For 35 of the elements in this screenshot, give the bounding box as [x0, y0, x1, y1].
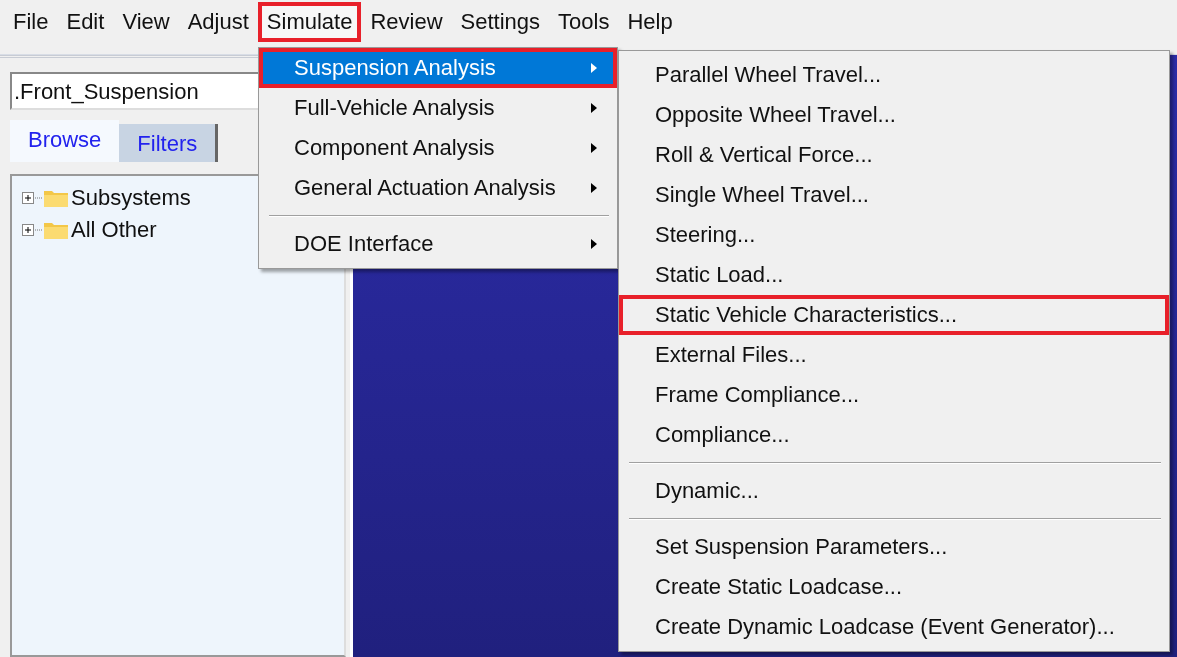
menu-item[interactable]: General Actuation Analysis — [259, 168, 617, 208]
menu-bar-item[interactable]: Review — [361, 2, 452, 42]
expand-icon[interactable] — [22, 224, 42, 236]
menu-item[interactable]: Create Static Loadcase... — [619, 567, 1169, 607]
folder-icon — [43, 188, 69, 208]
menu-bar-item[interactable]: Tools — [549, 2, 619, 42]
tree-item[interactable]: Subsystems — [71, 186, 191, 210]
expand-icon[interactable] — [22, 192, 42, 204]
tree-item[interactable]: All Other — [71, 218, 157, 242]
menu-item[interactable]: Component Analysis — [259, 128, 617, 168]
menu-item[interactable]: Create Dynamic Loadcase (Event Generator)... — [619, 607, 1169, 647]
menu-item[interactable]: Dynamic... — [619, 471, 1169, 511]
menu-item[interactable]: Single Wheel Travel... — [619, 175, 1169, 215]
menu-item[interactable]: Static Vehicle Characteristics... — [619, 295, 1169, 335]
menu-item[interactable]: Roll & Vertical Force... — [619, 135, 1169, 175]
menu-bar-item[interactable]: View — [113, 2, 179, 42]
menu-item[interactable]: Compliance... — [619, 415, 1169, 455]
menu-bar-item[interactable]: Settings — [451, 2, 550, 42]
folder-icon — [43, 220, 69, 240]
menu-item[interactable]: Steering... — [619, 215, 1169, 255]
menu-item[interactable]: Parallel Wheel Travel... — [619, 55, 1169, 95]
menu-bar-item[interactable]: Adjust — [178, 2, 258, 42]
tab[interactable]: Browse — [10, 120, 120, 162]
menu-item[interactable]: Opposite Wheel Travel... — [619, 95, 1169, 135]
menu-bar-item[interactable]: File — [4, 2, 58, 42]
menu-bar-item[interactable]: Simulate — [257, 2, 362, 42]
menu-item[interactable]: External Files... — [619, 335, 1169, 375]
menu-item[interactable]: Set Suspension Parameters... — [619, 527, 1169, 567]
menu-item[interactable]: Frame Compliance... — [619, 375, 1169, 415]
menu-item[interactable]: DOE Interface — [259, 224, 617, 264]
menu-item[interactable]: Static Load... — [619, 255, 1169, 295]
menu-item[interactable]: Suspension Analysis — [259, 48, 617, 88]
menu-bar-item[interactable]: Edit — [57, 2, 114, 42]
menu-bar-item[interactable]: Help — [618, 2, 682, 42]
tab[interactable]: Filters — [119, 124, 219, 162]
